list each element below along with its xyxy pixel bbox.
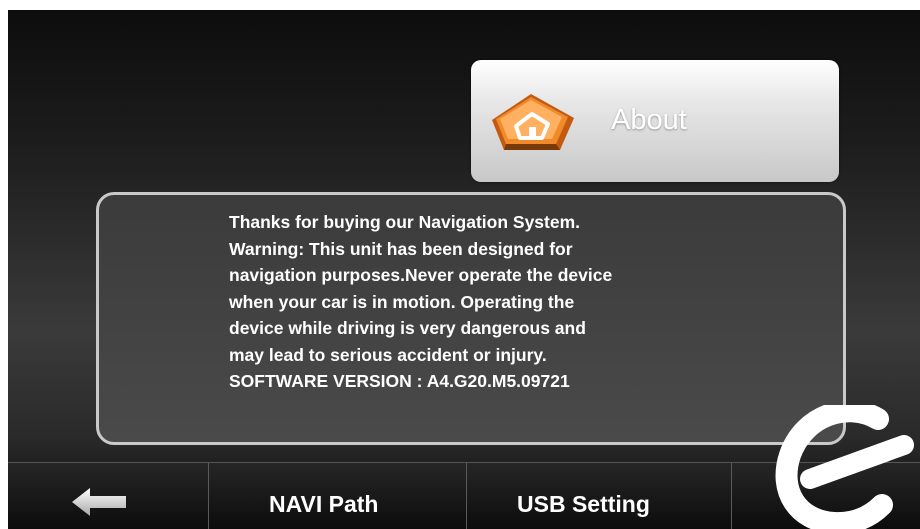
about-info-panel: Thanks for buying our Navigation System.… <box>96 192 846 445</box>
watermark-logo <box>775 405 914 529</box>
bar-divider <box>731 463 732 529</box>
bar-divider <box>466 463 467 529</box>
software-version: SOFTWARE VERSION : A4.G20.M5.09721 <box>229 371 570 391</box>
usb-setting-button[interactable]: USB Setting <box>517 491 650 518</box>
info-line: Warning: This unit has been designed for <box>229 238 573 259</box>
info-line: Thanks for buying our Navigation System. <box>229 212 581 232</box>
back-arrow-icon[interactable] <box>70 487 128 517</box>
info-line: when your car is in motion. Operating th… <box>229 291 575 312</box>
about-tab[interactable]: About <box>471 60 839 182</box>
info-line: may lead to serious accident or injury. <box>229 344 547 365</box>
info-line: navigation purposes.Never operate the de… <box>229 265 613 285</box>
home-book-icon <box>492 94 574 150</box>
bar-divider <box>208 463 209 529</box>
about-tab-label: About <box>611 104 687 136</box>
info-line: device while driving is very dangerous a… <box>229 318 586 338</box>
about-info-text: Thanks for buying our Navigation System.… <box>229 209 789 395</box>
navi-path-button[interactable]: NAVI Path <box>269 491 378 518</box>
